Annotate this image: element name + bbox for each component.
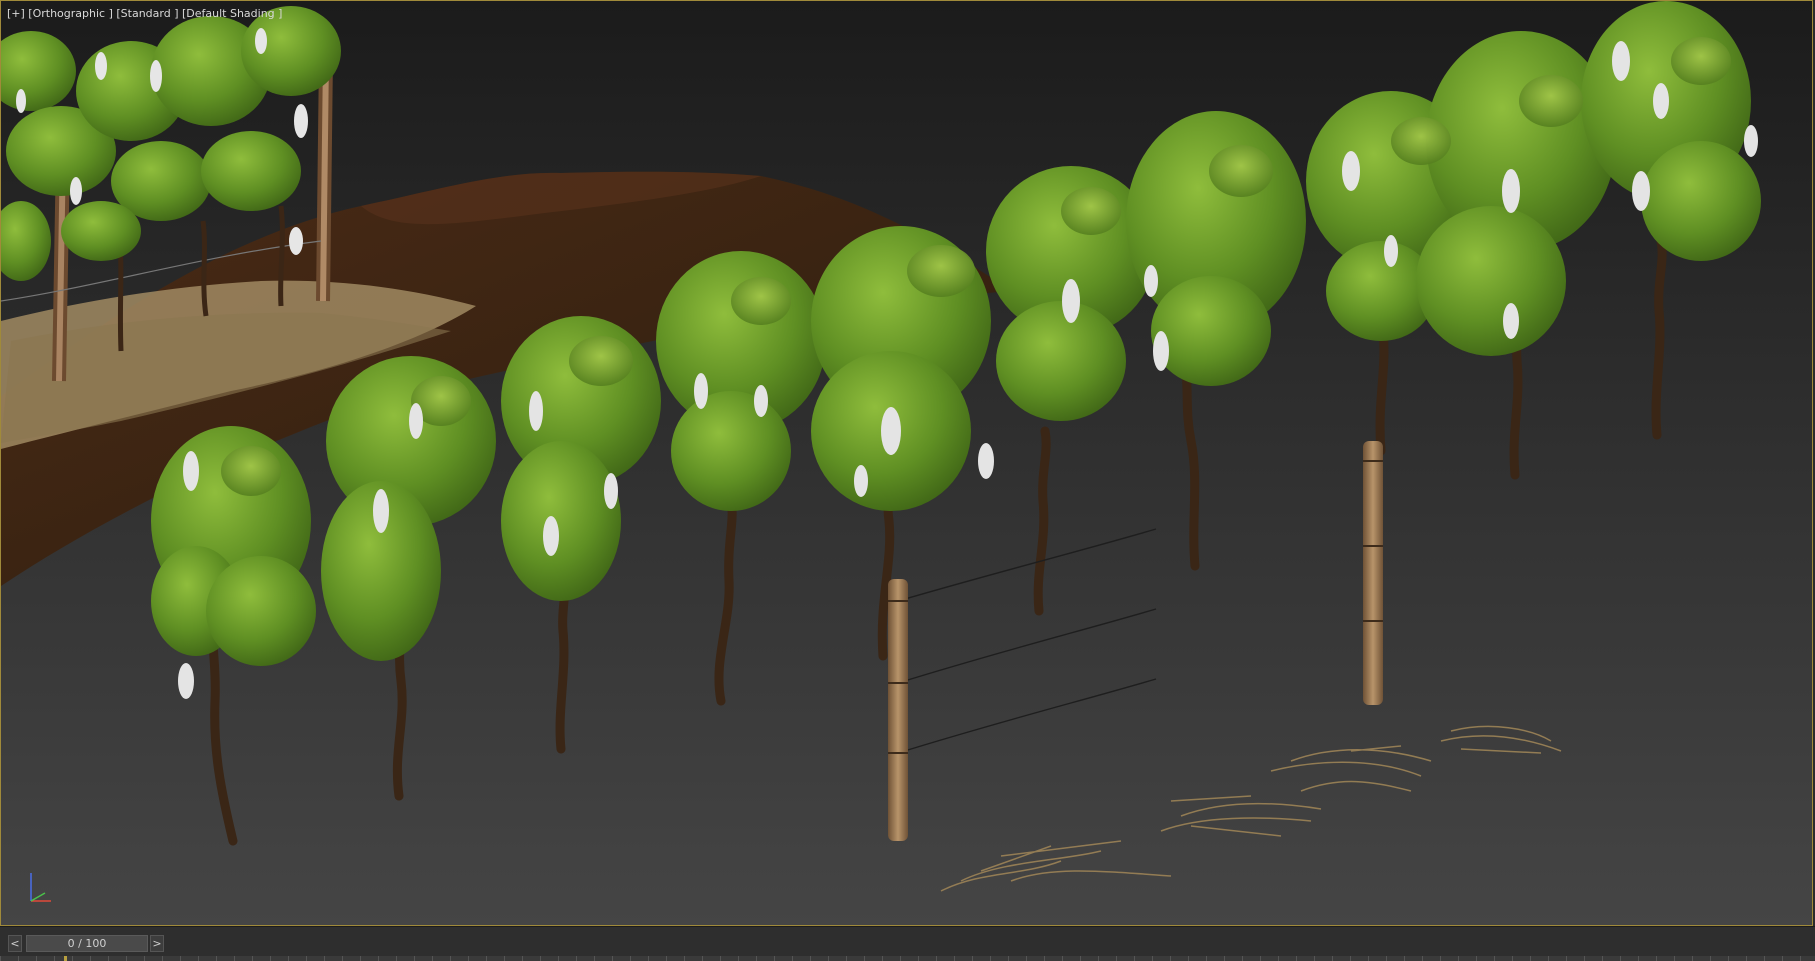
prev-frame-button[interactable]: < — [8, 935, 22, 952]
time-slider[interactable]: 0 / 100 — [26, 935, 148, 952]
vine-row[interactable] — [151, 1, 1761, 846]
time-slider-bar: < 0 / 100 > — [0, 926, 1815, 961]
current-frame-marker — [64, 956, 67, 961]
axis-tripod-icon — [30, 873, 51, 902]
viewport-label[interactable]: [+] [Orthographic ] [Standard ] [Default… — [7, 7, 282, 20]
wooden-posts[interactable] — [888, 441, 1383, 841]
straw-clumps[interactable] — [940, 725, 1562, 892]
next-frame-button[interactable]: > — [150, 935, 164, 952]
track-bar[interactable] — [0, 956, 1815, 961]
trellis-wires[interactable] — [897, 528, 1157, 754]
scene-3d[interactable] — [1, 1, 1813, 926]
viewport-orthographic[interactable]: [+] [Orthographic ] [Standard ] [Default… — [0, 0, 1813, 926]
